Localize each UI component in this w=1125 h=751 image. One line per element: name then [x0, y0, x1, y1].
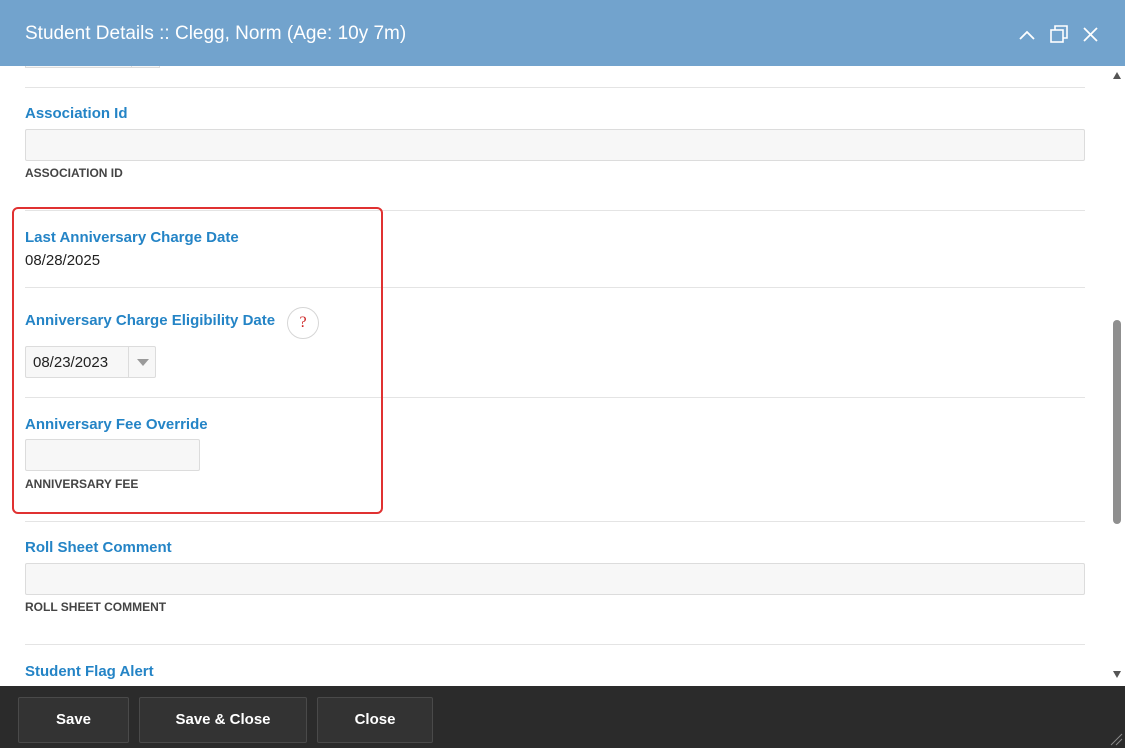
chevron-up-icon	[1016, 22, 1038, 46]
date-picker-separator	[128, 347, 129, 377]
anniversary-fee-hint: ANNIVERSARY FEE	[25, 477, 139, 491]
collapse-button[interactable]	[1016, 22, 1038, 46]
close-icon	[1080, 22, 1102, 46]
question-mark-icon: ?	[299, 314, 307, 331]
save-and-close-button[interactable]: Save & Close	[139, 697, 307, 743]
roll-sheet-comment-label: Roll Sheet Comment	[25, 539, 172, 556]
dialog-footer: Save Save & Close Close	[0, 686, 1125, 748]
student-flag-alert-label: Student Flag Alert	[25, 663, 154, 680]
restore-button[interactable]	[1048, 22, 1070, 46]
anniversary-charge-eligibility-date-picker[interactable]: 08/23/2023	[25, 346, 156, 378]
roll-sheet-comment-input[interactable]	[25, 563, 1085, 595]
save-button[interactable]: Save	[18, 697, 129, 743]
restore-icon	[1048, 22, 1070, 46]
window-titlebar: Student Details :: Clegg, Norm (Age: 10y…	[0, 0, 1125, 66]
window-title: Student Details :: Clegg, Norm (Age: 10y…	[25, 23, 407, 44]
caret-down-icon[interactable]	[137, 359, 149, 366]
association-id-input[interactable]	[25, 129, 1085, 161]
anniversary-fee-input[interactable]	[25, 439, 200, 471]
scroll-down-icon[interactable]	[1113, 671, 1121, 678]
section-divider	[25, 644, 1085, 645]
section-divider	[25, 521, 1085, 522]
close-window-button[interactable]	[1080, 22, 1102, 46]
section-divider	[25, 397, 1085, 398]
last-anniversary-charge-date-value: 08/28/2025	[25, 252, 101, 269]
help-button[interactable]: ?	[287, 307, 319, 339]
vertical-scrollbar[interactable]	[1110, 66, 1125, 686]
previous-field-input[interactable]	[25, 66, 160, 68]
association-id-label: Association Id	[25, 105, 128, 122]
last-anniversary-charge-date-label: Last Anniversary Charge Date	[25, 229, 239, 246]
roll-sheet-comment-hint: ROLL SHEET COMMENT	[25, 600, 167, 614]
close-button[interactable]: Close	[317, 697, 433, 743]
scrollbar-thumb[interactable]	[1113, 320, 1121, 524]
previous-field-separator	[131, 66, 132, 68]
anniversary-charge-eligibility-date-label: Anniversary Charge Eligibility Date	[25, 312, 276, 329]
section-divider	[25, 287, 1085, 288]
resize-grip-icon[interactable]	[1107, 730, 1123, 746]
form-content: Association Id ASSOCIATION ID Last Anniv…	[0, 66, 1110, 686]
association-id-hint: ASSOCIATION ID	[25, 166, 123, 180]
scroll-up-icon[interactable]	[1113, 72, 1121, 79]
section-divider	[25, 87, 1085, 88]
eligibility-date-value: 08/23/2023	[33, 354, 109, 371]
section-divider	[25, 210, 1085, 211]
anniversary-fee-override-label: Anniversary Fee Override	[25, 416, 208, 433]
